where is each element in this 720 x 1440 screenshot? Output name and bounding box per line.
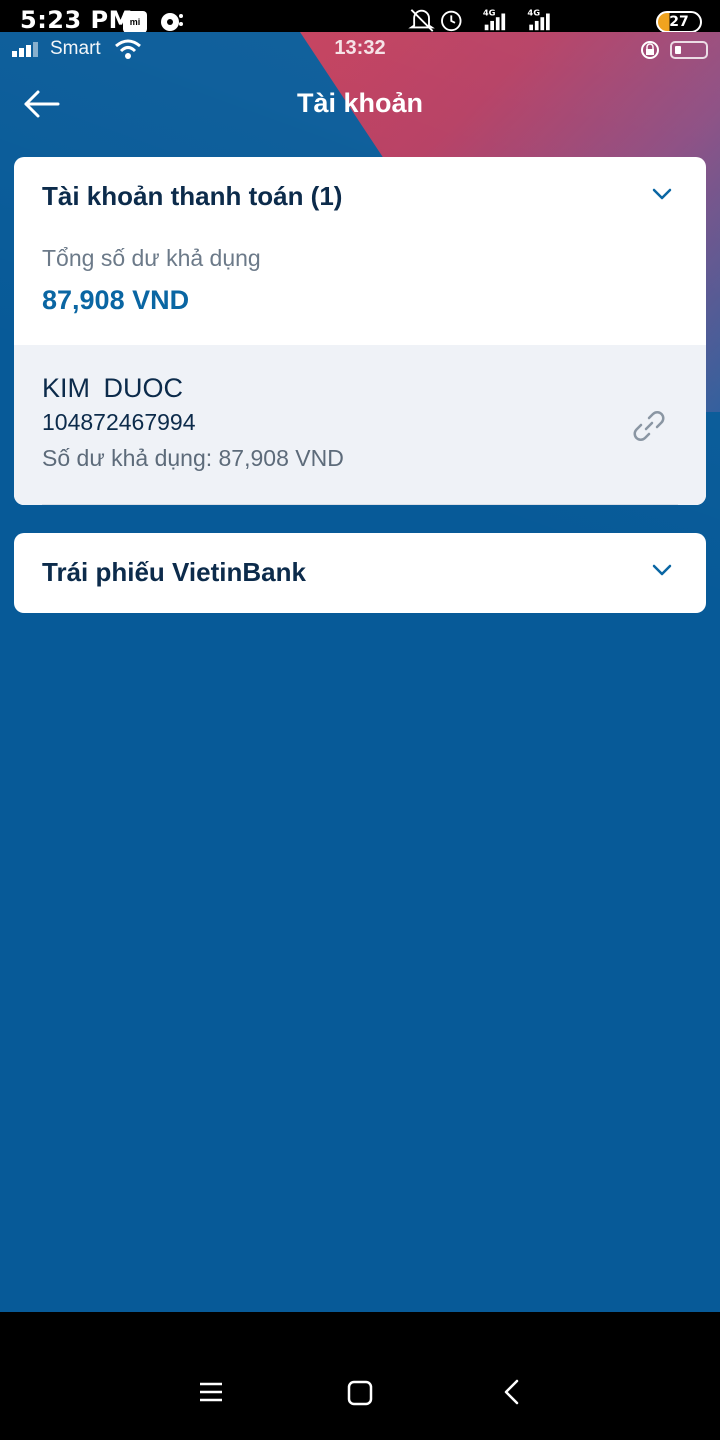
battery-level: 27 bbox=[669, 14, 689, 30]
menu-icon[interactable] bbox=[198, 1380, 224, 1404]
app-screen: Smart 13:32 Tài khoản Tài khoản thanh to… bbox=[0, 32, 720, 1312]
payment-accounts-title: Tài khoản thanh toán (1) bbox=[42, 181, 343, 211]
chevron-down-icon[interactable] bbox=[652, 187, 672, 201]
navigation-bar bbox=[0, 1312, 720, 1440]
payment-accounts-card: Tài khoản thanh toán (1) Tổng số dư khả … bbox=[14, 157, 706, 505]
notification-disk-icon bbox=[161, 13, 183, 31]
battery-indicator: 27 bbox=[656, 11, 702, 33]
link-icon[interactable] bbox=[630, 407, 668, 445]
account-row[interactable]: KIM DUOC 104872467994 Số dư khả dụng: 87… bbox=[14, 345, 706, 505]
payment-accounts-header[interactable]: Tài khoản thanh toán (1) bbox=[14, 157, 706, 237]
signal-icon: 4G bbox=[483, 7, 506, 31]
inner-clock: 13:32 bbox=[334, 37, 386, 59]
page-header: Tài khoản bbox=[0, 68, 720, 138]
account-number: 104872467994 bbox=[42, 409, 196, 435]
vietinbank-bond-card[interactable]: Trái phiếu VietinBank bbox=[14, 533, 706, 613]
bond-card-title: Trái phiếu VietinBank bbox=[42, 557, 306, 587]
status-right-icons: 4G 4G bbox=[408, 7, 550, 32]
account-holder-name: KIM DUOC bbox=[42, 373, 183, 403]
mi-app-icon: mi bbox=[123, 11, 147, 33]
rotation-lock-icon bbox=[641, 41, 659, 59]
alarm-icon bbox=[441, 10, 462, 32]
chevron-down-icon[interactable] bbox=[652, 563, 672, 577]
svg-text:4G: 4G bbox=[527, 7, 540, 17]
back-icon[interactable] bbox=[502, 1378, 522, 1406]
page-title: Tài khoản bbox=[296, 88, 424, 118]
card-divider bbox=[42, 504, 678, 505]
total-balance-value: 87,908 VND bbox=[42, 285, 190, 315]
signal-icon-2: 4G bbox=[527, 7, 550, 31]
home-icon[interactable] bbox=[347, 1380, 373, 1406]
android-status-bar: 5:23 PM mi 4G 4G 27 bbox=[0, 0, 720, 36]
bell-off-icon bbox=[408, 9, 435, 32]
account-available-balance: Số dư khả dụng: 87,908 VND bbox=[42, 445, 344, 471]
status-time: 5:23 PM bbox=[20, 6, 134, 34]
inner-battery-icon bbox=[670, 41, 708, 59]
total-balance-label: Tổng số dư khả dụng bbox=[42, 245, 261, 271]
svg-text:4G: 4G bbox=[483, 7, 496, 17]
inner-status-bar: Smart 13:32 bbox=[0, 32, 720, 68]
